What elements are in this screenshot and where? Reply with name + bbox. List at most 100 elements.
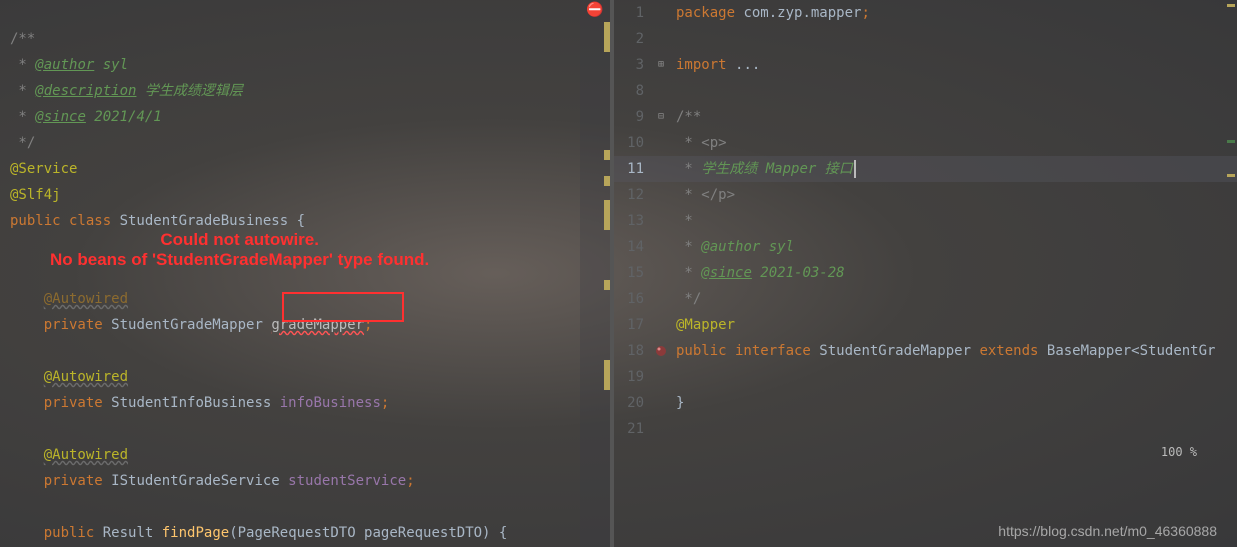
code-text: * 学生成绩 Mapper 接口 xyxy=(670,156,1237,182)
error-gutter-icon: ⛔ xyxy=(586,2,603,18)
code-text: public interface StudentGradeMapper exte… xyxy=(670,338,1237,364)
code-text: /** xyxy=(0,26,580,52)
split-editor: /** * @author syl * @description 学生成绩逻辑层… xyxy=(0,0,1237,547)
right-minimap[interactable] xyxy=(1225,0,1237,547)
error-line-2: No beans of 'StudentGradeMapper' type fo… xyxy=(50,250,429,270)
code-line[interactable]: 1 package com.zyp.mapper; xyxy=(614,0,1237,26)
line-number: 15 xyxy=(614,260,652,286)
code-line[interactable]: 9⊟/** xyxy=(614,104,1237,130)
code-text: @Autowired xyxy=(0,442,580,468)
right-code-area[interactable]: 1package com.zyp.mapper;2 3⊞import ...8 … xyxy=(614,0,1237,442)
code-line[interactable]: @Slf4j xyxy=(0,182,580,208)
code-text: } xyxy=(670,390,1237,416)
code-line[interactable]: 15 * @since 2021-03-28 xyxy=(614,260,1237,286)
gutter-cell[interactable] xyxy=(652,338,670,364)
code-line[interactable] xyxy=(0,0,580,26)
line-number: 16 xyxy=(614,286,652,312)
code-text xyxy=(670,364,1237,390)
code-line[interactable]: 14 * @author syl xyxy=(614,234,1237,260)
gutter-cell[interactable] xyxy=(652,130,670,156)
gutter-cell[interactable] xyxy=(652,390,670,416)
code-line[interactable]: 13 * xyxy=(614,208,1237,234)
line-number: 20 xyxy=(614,390,652,416)
code-line[interactable]: * @since 2021/4/1 xyxy=(0,104,580,130)
gutter-cell[interactable] xyxy=(652,208,670,234)
code-line[interactable]: @Autowired xyxy=(0,364,580,390)
code-text xyxy=(0,0,580,26)
code-text: @Service xyxy=(0,156,580,182)
fold-collapse-icon[interactable]: ⊟ xyxy=(658,104,664,130)
gutter-cell[interactable] xyxy=(652,26,670,52)
code-line[interactable]: private StudentInfoBusiness infoBusiness… xyxy=(0,390,580,416)
code-line[interactable]: 19 xyxy=(614,364,1237,390)
code-text: * @author syl xyxy=(0,52,580,78)
code-line[interactable] xyxy=(0,338,580,364)
gutter-cell[interactable] xyxy=(652,156,670,182)
line-number: 18 xyxy=(614,338,652,364)
code-line[interactable]: */ xyxy=(0,130,580,156)
code-line[interactable]: 16 */ xyxy=(614,286,1237,312)
error-line-1: Could not autowire. xyxy=(50,230,429,250)
code-line[interactable] xyxy=(0,494,580,520)
code-line[interactable]: 20} xyxy=(614,390,1237,416)
code-text: * @description 学生成绩逻辑层 xyxy=(0,78,580,104)
gutter-cell[interactable] xyxy=(652,364,670,390)
code-line[interactable]: /** xyxy=(0,26,580,52)
zoom-level: 100 % xyxy=(1161,445,1197,459)
gutter-cell[interactable] xyxy=(652,78,670,104)
code-text: * <p> xyxy=(670,130,1237,156)
code-text: @Mapper xyxy=(670,312,1237,338)
error-tooltip: Could not autowire. No beans of 'Student… xyxy=(50,230,429,269)
gutter-cell[interactable] xyxy=(652,182,670,208)
code-line[interactable]: @Autowired xyxy=(0,442,580,468)
code-text: * @since 2021-03-28 xyxy=(670,260,1237,286)
left-editor-pane[interactable]: /** * @author syl * @description 学生成绩逻辑层… xyxy=(0,0,580,547)
code-line[interactable]: 18 public interface StudentGradeMapper ex… xyxy=(614,338,1237,364)
code-line[interactable]: 12 * </p> xyxy=(614,182,1237,208)
code-line[interactable]: @Service xyxy=(0,156,580,182)
code-line[interactable]: 3⊞import ... xyxy=(614,52,1237,78)
line-number: 12 xyxy=(614,182,652,208)
code-text: */ xyxy=(0,130,580,156)
line-number: 19 xyxy=(614,364,652,390)
line-number: 1 xyxy=(614,0,652,26)
gutter-cell[interactable] xyxy=(652,312,670,338)
fold-expand-icon[interactable]: ⊞ xyxy=(658,52,664,78)
code-line[interactable]: 17@Mapper xyxy=(614,312,1237,338)
code-line[interactable]: public Result findPage(PageRequestDTO pa… xyxy=(0,520,580,546)
code-text: public Result findPage(PageRequestDTO pa… xyxy=(0,520,580,546)
breakpoint-icon[interactable] xyxy=(655,345,667,357)
code-line[interactable] xyxy=(0,416,580,442)
code-text: * @author syl xyxy=(670,234,1237,260)
gutter-cell[interactable] xyxy=(652,286,670,312)
code-line[interactable]: private IStudentGradeService studentServ… xyxy=(0,468,580,494)
code-line[interactable]: 8 xyxy=(614,78,1237,104)
code-line[interactable]: 21 xyxy=(614,416,1237,442)
left-code-area[interactable]: /** * @author syl * @description 学生成绩逻辑层… xyxy=(0,0,580,547)
gutter-cell[interactable] xyxy=(652,416,670,442)
code-line[interactable]: * @author syl xyxy=(0,52,580,78)
line-number: 8 xyxy=(614,78,652,104)
code-text xyxy=(670,416,1237,442)
code-line[interactable]: 11 * 学生成绩 Mapper 接口 xyxy=(614,156,1237,182)
gutter-cell[interactable] xyxy=(652,234,670,260)
code-line[interactable]: * @description 学生成绩逻辑层 xyxy=(0,78,580,104)
left-gutter: ⛔ xyxy=(580,0,610,547)
line-number: 3 xyxy=(614,52,652,78)
code-text: package com.zyp.mapper; xyxy=(670,0,1237,26)
code-text: @Autowired xyxy=(0,364,580,390)
line-number: 11 xyxy=(614,156,652,182)
gutter-cell[interactable] xyxy=(652,260,670,286)
code-text: /** xyxy=(670,104,1237,130)
gutter-cell[interactable]: ⊟ xyxy=(652,104,670,130)
code-line[interactable]: 2 xyxy=(614,26,1237,52)
code-text xyxy=(0,494,580,520)
code-text xyxy=(670,78,1237,104)
gutter-cell[interactable]: ⊞ xyxy=(652,52,670,78)
right-editor-pane[interactable]: 1package com.zyp.mapper;2 3⊞import ...8 … xyxy=(614,0,1237,547)
code-line[interactable]: 10 * <p> xyxy=(614,130,1237,156)
code-text: * </p> xyxy=(670,182,1237,208)
error-highlight-box xyxy=(282,292,404,322)
gutter-cell[interactable] xyxy=(652,0,670,26)
code-text: import ... xyxy=(670,52,1237,78)
